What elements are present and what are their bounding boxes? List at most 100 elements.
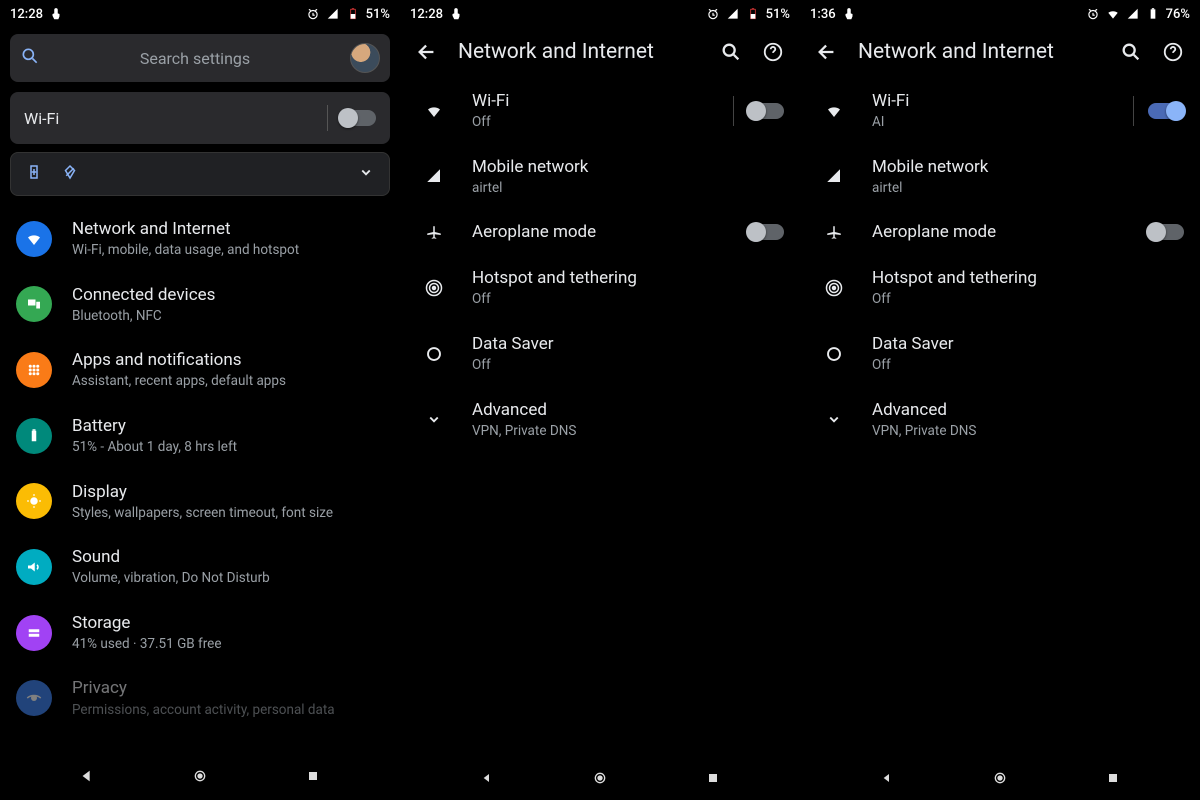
privacy-icon: [16, 680, 52, 716]
row-hotspot[interactable]: Hotspot and tetheringOff: [400, 255, 800, 321]
screen-network-wifi-on: 1:36 76% Network and Internet Wi-FiAI Mo…: [800, 0, 1200, 800]
wifi-quick-label: Wi-Fi: [24, 109, 59, 128]
battery-icon: [16, 418, 52, 454]
row-hotspot[interactable]: Hotspot and tetheringOff: [800, 255, 1200, 321]
row-privacy[interactable]: PrivacyPermissions, account activity, pe…: [0, 665, 400, 731]
screen-network-wifi-off: 12:28 51% Network and Internet Wi-FiOff …: [400, 0, 800, 800]
hotspot-icon: [816, 279, 852, 297]
row-mobile-network[interactable]: Mobile networkairtel: [400, 144, 800, 210]
page-header: Network and Internet: [800, 28, 1200, 72]
apps-icon: [16, 352, 52, 388]
divider: [327, 105, 328, 131]
wifi-toggle[interactable]: [1148, 103, 1184, 119]
suggestion-card[interactable]: [10, 152, 390, 196]
signal-icon: [326, 7, 340, 21]
nav-bar: [400, 760, 800, 800]
row-wifi[interactable]: Wi-FiAI: [800, 78, 1200, 144]
storage-icon: [16, 615, 52, 651]
nav-recent-icon[interactable]: [1105, 770, 1121, 790]
status-time: 1:36: [810, 7, 836, 22]
nav-home-icon[interactable]: [192, 768, 208, 788]
wifi-icon: [416, 102, 452, 120]
devices-icon: [16, 286, 52, 322]
signal-icon: [1126, 7, 1140, 21]
search-icon[interactable]: [1120, 41, 1142, 63]
screen-settings-home: 12:28 51% Search settings Wi-Fi Network …: [0, 0, 400, 800]
battery-icon: [1146, 7, 1160, 21]
page-header: Network and Internet: [400, 28, 800, 72]
nav-bar: [0, 758, 400, 798]
signal-icon: [726, 7, 740, 21]
touch-icon: [842, 7, 856, 21]
signal-icon: [416, 167, 452, 185]
help-icon[interactable]: [1162, 41, 1184, 63]
help-icon[interactable]: [762, 41, 784, 63]
battery-icon: [746, 7, 760, 21]
row-apps-notifications[interactable]: Apps and notificationsAssistant, recent …: [0, 337, 400, 403]
touch-icon: [449, 7, 463, 21]
row-aeroplane-mode[interactable]: Aeroplane mode: [400, 209, 800, 255]
data-saver-icon: [416, 345, 452, 363]
display-icon: [16, 483, 52, 519]
wifi-status-icon: [1106, 7, 1120, 21]
status-bar: 1:36 76%: [800, 0, 1200, 28]
network-list: Wi-FiAI Mobile networkairtel Aeroplane m…: [800, 72, 1200, 760]
chevron-down-icon: [816, 410, 852, 428]
row-data-saver[interactable]: Data SaverOff: [800, 321, 1200, 387]
airplane-icon: [816, 223, 852, 241]
battery-icon: [346, 7, 360, 21]
data-off-icon: [61, 163, 79, 185]
wifi-toggle[interactable]: [748, 103, 784, 119]
airplane-toggle[interactable]: [1148, 224, 1184, 240]
row-data-saver[interactable]: Data SaverOff: [400, 321, 800, 387]
back-button[interactable]: [816, 41, 838, 63]
row-mobile-network[interactable]: Mobile networkairtel: [800, 144, 1200, 210]
chevron-down-icon: [357, 163, 375, 185]
row-sound[interactable]: SoundVolume, vibration, Do Not Disturb: [0, 534, 400, 600]
back-button[interactable]: [416, 41, 438, 63]
alarm-icon: [306, 7, 320, 21]
row-wifi[interactable]: Wi-FiOff: [400, 78, 800, 144]
wifi-quick-card[interactable]: Wi-Fi: [10, 92, 390, 144]
account-avatar[interactable]: [350, 43, 380, 73]
nav-home-icon[interactable]: [992, 770, 1008, 790]
status-battery-pct: 76%: [1166, 7, 1190, 22]
page-title: Network and Internet: [858, 40, 1100, 64]
status-battery-pct: 51%: [366, 7, 390, 22]
search-icon: [20, 46, 40, 70]
hotspot-icon: [416, 279, 452, 297]
nav-back-icon[interactable]: [879, 770, 895, 790]
divider: [1133, 96, 1134, 126]
row-advanced[interactable]: AdvancedVPN, Private DNS: [400, 387, 800, 453]
row-aeroplane-mode[interactable]: Aeroplane mode: [800, 209, 1200, 255]
nav-recent-icon[interactable]: [705, 770, 721, 790]
row-battery[interactable]: Battery51% - About 1 day, 8 hrs left: [0, 403, 400, 469]
wifi-icon: [16, 221, 52, 257]
page-title: Network and Internet: [458, 40, 700, 64]
wifi-icon: [816, 102, 852, 120]
nav-back-icon[interactable]: [79, 768, 95, 788]
nav-back-icon[interactable]: [479, 770, 495, 790]
airplane-toggle[interactable]: [748, 224, 784, 240]
row-connected-devices[interactable]: Connected devicesBluetooth, NFC: [0, 272, 400, 338]
status-bar: 12:28 51%: [0, 0, 400, 28]
signal-icon: [816, 167, 852, 185]
alarm-icon: [1086, 7, 1100, 21]
nav-home-icon[interactable]: [592, 770, 608, 790]
search-settings-bar[interactable]: Search settings: [10, 34, 390, 82]
divider: [733, 96, 734, 126]
row-network-internet[interactable]: Network and InternetWi-Fi, mobile, data …: [0, 206, 400, 272]
data-saver-icon: [816, 345, 852, 363]
nav-recent-icon[interactable]: [305, 768, 321, 788]
settings-list: Network and InternetWi-Fi, mobile, data …: [0, 200, 400, 800]
alarm-icon: [706, 7, 720, 21]
battery-saver-icon: [25, 163, 43, 185]
search-icon[interactable]: [720, 41, 742, 63]
row-storage[interactable]: Storage41% used · 37.51 GB free: [0, 600, 400, 666]
network-list: Wi-FiOff Mobile networkairtel Aeroplane …: [400, 72, 800, 760]
row-advanced[interactable]: AdvancedVPN, Private DNS: [800, 387, 1200, 453]
status-battery-pct: 51%: [766, 7, 790, 22]
wifi-quick-toggle[interactable]: [340, 110, 376, 126]
row-display[interactable]: DisplayStyles, wallpapers, screen timeou…: [0, 469, 400, 535]
status-time: 12:28: [410, 7, 443, 22]
